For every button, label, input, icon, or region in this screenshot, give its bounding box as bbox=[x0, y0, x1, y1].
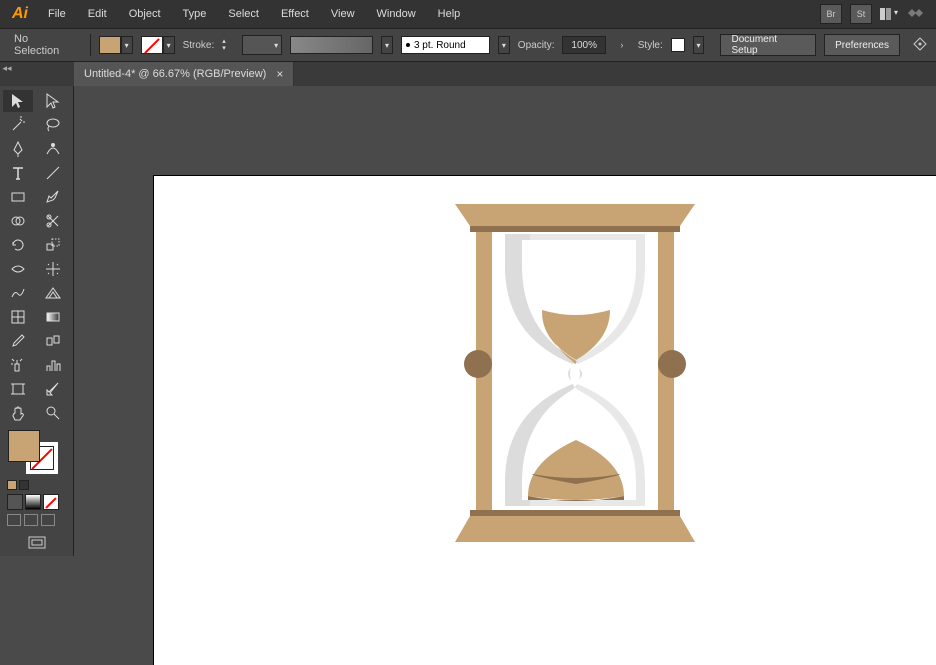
width-tool[interactable] bbox=[3, 258, 33, 280]
color-mode-none[interactable] bbox=[43, 494, 59, 510]
menu-edit[interactable]: Edit bbox=[78, 6, 117, 22]
scale-tool[interactable] bbox=[38, 234, 68, 256]
app-logo: Ai bbox=[4, 5, 36, 23]
selection-tool[interactable] bbox=[3, 90, 33, 112]
stroke-label: Stroke: bbox=[183, 40, 215, 51]
menu-object[interactable]: Object bbox=[119, 6, 171, 22]
color-mode-solid[interactable] bbox=[7, 494, 23, 510]
opacity-flyout[interactable]: › bbox=[614, 36, 630, 54]
graphic-style-dropdown[interactable]: ▾ bbox=[693, 36, 705, 54]
artboard-tool[interactable] bbox=[3, 378, 33, 400]
column-graph-tool[interactable] bbox=[38, 354, 68, 376]
preferences-button[interactable]: Preferences bbox=[824, 34, 900, 56]
shape-builder-tool[interactable] bbox=[3, 210, 33, 232]
mini-fill-swatch[interactable] bbox=[7, 480, 17, 490]
fill-stroke-indicator[interactable] bbox=[8, 430, 64, 476]
blend-tool[interactable] bbox=[38, 330, 68, 352]
scissors-tool[interactable] bbox=[38, 210, 68, 232]
document-tab-row: Untitled-4* @ 66.67% (RGB/Preview) × bbox=[0, 62, 936, 86]
toolbox bbox=[0, 86, 74, 556]
hourglass-artwork bbox=[450, 204, 700, 544]
pen-tool[interactable] bbox=[3, 138, 33, 160]
menu-file[interactable]: File bbox=[38, 6, 76, 22]
fill-square[interactable] bbox=[8, 430, 40, 462]
perspective-grid-tool[interactable] bbox=[38, 282, 68, 304]
free-transform-tool[interactable] bbox=[38, 258, 68, 280]
mesh-tool[interactable] bbox=[3, 306, 33, 328]
variable-width-profile[interactable] bbox=[290, 36, 373, 54]
screen-mode-icon[interactable] bbox=[25, 534, 49, 552]
fill-swatch[interactable] bbox=[99, 36, 121, 54]
draw-inside-icon[interactable] bbox=[41, 514, 55, 526]
artboard[interactable] bbox=[154, 176, 936, 665]
brush-dropdown[interactable]: ▾ bbox=[498, 36, 510, 54]
type-tool[interactable] bbox=[3, 162, 33, 184]
style-label: Style: bbox=[638, 40, 663, 51]
slice-tool[interactable] bbox=[38, 378, 68, 400]
brush-definition[interactable]: 3 pt. Round bbox=[401, 36, 490, 54]
rotate-tool[interactable] bbox=[3, 234, 33, 256]
document-tab[interactable]: Untitled-4* @ 66.67% (RGB/Preview) × bbox=[74, 62, 294, 86]
lasso-tool[interactable] bbox=[38, 114, 68, 136]
menu-effect[interactable]: Effect bbox=[271, 6, 319, 22]
stroke-color-dropdown[interactable]: ▾ bbox=[163, 36, 175, 54]
rectangle-tool[interactable] bbox=[3, 186, 33, 208]
bridge-button[interactable]: Br bbox=[820, 4, 842, 24]
fill-dropdown[interactable]: ▾ bbox=[121, 36, 133, 54]
stroke-weight-stepper[interactable]: ▴▾ bbox=[222, 38, 234, 52]
draw-behind-icon[interactable] bbox=[24, 514, 38, 526]
direct-selection-tool[interactable] bbox=[38, 90, 68, 112]
opacity-value[interactable]: 100% bbox=[562, 36, 605, 54]
magic-wand-tool[interactable] bbox=[3, 114, 33, 136]
close-tab-icon[interactable]: × bbox=[276, 67, 283, 81]
mini-swap-icon[interactable] bbox=[19, 480, 29, 490]
document-tab-title: Untitled-4* @ 66.67% (RGB/Preview) bbox=[84, 68, 266, 80]
paintbrush-tool[interactable] bbox=[38, 186, 68, 208]
opacity-label: Opacity: bbox=[518, 40, 555, 51]
variable-width-dropdown[interactable]: ▾ bbox=[381, 36, 393, 54]
curvature-tool[interactable] bbox=[38, 138, 68, 160]
graphic-style-swatch[interactable] bbox=[671, 38, 685, 52]
stroke-weight-dropdown[interactable]: ▾ bbox=[242, 35, 282, 55]
hand-tool[interactable] bbox=[3, 402, 33, 424]
menu-select[interactable]: Select bbox=[218, 6, 269, 22]
eyedropper-tool[interactable] bbox=[3, 330, 33, 352]
shaper-tool[interactable] bbox=[3, 282, 33, 304]
work-area[interactable] bbox=[74, 86, 936, 665]
control-bar: No Selection ▾ ▾ Stroke: ▴▾ ▾ ▾ 3 pt. Ro… bbox=[0, 28, 936, 62]
menu-type[interactable]: Type bbox=[173, 6, 217, 22]
draw-normal-icon[interactable] bbox=[7, 514, 21, 526]
align-to-icon[interactable] bbox=[912, 36, 928, 55]
gradient-tool[interactable] bbox=[38, 306, 68, 328]
brush-label: 3 pt. Round bbox=[414, 40, 466, 51]
menu-help[interactable]: Help bbox=[428, 6, 471, 22]
stroke-swatch[interactable] bbox=[141, 36, 163, 54]
line-segment-tool[interactable] bbox=[38, 162, 68, 184]
brush-dot-icon bbox=[406, 43, 410, 47]
menu-window[interactable]: Window bbox=[367, 6, 426, 22]
gpu-preview-icon[interactable] bbox=[906, 6, 924, 23]
stock-button[interactable]: St bbox=[850, 4, 872, 24]
color-mode-gradient[interactable] bbox=[25, 494, 41, 510]
panel-collapse-icon[interactable]: ◂◂ bbox=[0, 62, 14, 74]
menu-bar: Ai File Edit Object Type Select Effect V… bbox=[0, 0, 936, 28]
symbol-sprayer-tool[interactable] bbox=[3, 354, 33, 376]
menu-view[interactable]: View bbox=[321, 6, 365, 22]
selection-status: No Selection bbox=[8, 33, 82, 57]
document-setup-button[interactable]: Document Setup bbox=[720, 34, 816, 56]
arrange-documents-icon[interactable]: ▾ bbox=[880, 8, 898, 20]
zoom-tool[interactable] bbox=[38, 402, 68, 424]
